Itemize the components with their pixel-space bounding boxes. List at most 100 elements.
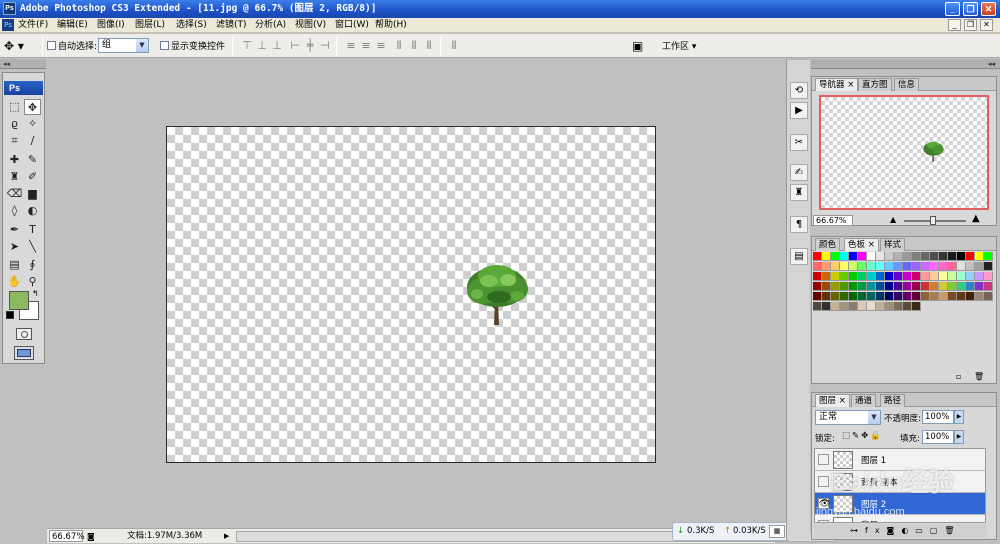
menu-filter[interactable]: 滤镜(T) bbox=[216, 19, 247, 32]
color-swatch[interactable] bbox=[921, 272, 930, 281]
pen-tool[interactable]: ✒ bbox=[6, 222, 23, 238]
brushes-panel-icon[interactable]: ✍ bbox=[790, 164, 808, 181]
fill-arrow-icon[interactable]: ▶ bbox=[954, 430, 964, 444]
menu-window[interactable]: 窗口(W) bbox=[335, 19, 369, 32]
blend-mode-dropdown[interactable]: 正常 ▼ bbox=[815, 410, 881, 425]
color-swatch[interactable] bbox=[849, 262, 858, 271]
color-swatch[interactable] bbox=[984, 272, 993, 281]
color-swatch[interactable] bbox=[840, 282, 849, 291]
color-swatch[interactable] bbox=[957, 262, 966, 271]
color-swatch[interactable] bbox=[822, 292, 831, 301]
clone-source-icon[interactable]: ♜ bbox=[790, 184, 808, 201]
swatch-grid[interactable] bbox=[813, 252, 995, 314]
type-tool[interactable]: T bbox=[24, 222, 41, 238]
align-right-icon[interactable]: ⊣ bbox=[318, 39, 332, 53]
color-swatch[interactable] bbox=[822, 282, 831, 291]
doc-minimize-button[interactable]: _ bbox=[948, 19, 961, 31]
doc-close-button[interactable]: ✕ bbox=[980, 19, 993, 31]
zoom-out-icon[interactable]: ▲ bbox=[890, 215, 896, 224]
color-swatch[interactable] bbox=[912, 302, 921, 311]
menu-select[interactable]: 选择(S) bbox=[176, 19, 207, 32]
color-swatch[interactable] bbox=[912, 262, 921, 271]
color-swatch[interactable] bbox=[921, 282, 930, 291]
color-swatch[interactable] bbox=[939, 252, 948, 261]
color-swatch[interactable] bbox=[921, 252, 930, 261]
visibility-toggle[interactable] bbox=[818, 454, 829, 465]
color-swatch[interactable] bbox=[957, 282, 966, 291]
bridge-icon[interactable]: ▣ bbox=[632, 38, 650, 54]
color-swatch[interactable] bbox=[966, 252, 975, 261]
tab-swatches[interactable]: 色板 × bbox=[844, 238, 879, 251]
history-panel-icon[interactable]: ⟲ bbox=[790, 82, 808, 99]
lock-icons[interactable]: ⬚✎✥🔒 bbox=[842, 431, 883, 441]
hand-tool[interactable]: ✋ bbox=[6, 274, 23, 290]
color-swatch[interactable] bbox=[831, 272, 840, 281]
color-swatch[interactable] bbox=[822, 272, 831, 281]
distribute-hcenter-icon[interactable]: ⦀ bbox=[407, 39, 421, 53]
color-swatch[interactable] bbox=[858, 302, 867, 311]
color-swatch[interactable] bbox=[939, 282, 948, 291]
color-swatch[interactable] bbox=[903, 272, 912, 281]
zoom-slider-thumb[interactable] bbox=[930, 216, 936, 225]
distribute-vcenter-icon[interactable]: ≡ bbox=[359, 39, 373, 53]
color-swatch[interactable] bbox=[975, 252, 984, 261]
color-swatch[interactable] bbox=[903, 262, 912, 271]
menu-layer[interactable]: 图层(L) bbox=[135, 19, 165, 32]
color-swatch[interactable] bbox=[867, 282, 876, 291]
color-swatch[interactable] bbox=[831, 302, 840, 311]
color-swatch[interactable] bbox=[957, 292, 966, 301]
actions-panel-icon[interactable]: ▶ bbox=[790, 102, 808, 119]
notes-tool[interactable]: ▤ bbox=[6, 257, 23, 273]
move-tool[interactable]: ✥ bbox=[24, 99, 41, 115]
auto-align-icon[interactable]: ⦀ bbox=[447, 39, 461, 53]
color-swatch[interactable] bbox=[840, 292, 849, 301]
distribute-bottom-icon[interactable]: ≡ bbox=[374, 39, 388, 53]
line-tool[interactable]: ╲ bbox=[24, 239, 41, 255]
fill-field[interactable]: 100% bbox=[922, 430, 954, 444]
tab-navigator[interactable]: 导航器 × bbox=[815, 78, 859, 91]
gradient-tool[interactable]: ▆ bbox=[24, 186, 41, 202]
workspace-menu[interactable]: 工作区 ▾ bbox=[662, 39, 696, 52]
lasso-tool[interactable]: ϱ bbox=[6, 116, 23, 132]
status-info-icon[interactable]: ◙ bbox=[87, 530, 95, 543]
status-menu-arrow-icon[interactable]: ▶ bbox=[224, 530, 229, 543]
color-swatch[interactable] bbox=[876, 272, 885, 281]
color-swatch[interactable] bbox=[939, 272, 948, 281]
zoom-level-field[interactable]: 66.67% bbox=[49, 530, 84, 542]
color-swatch[interactable] bbox=[903, 282, 912, 291]
history-brush-tool[interactable]: ✐ bbox=[24, 169, 41, 185]
color-swatch[interactable] bbox=[867, 262, 876, 271]
menu-help[interactable]: 帮助(H) bbox=[375, 19, 407, 32]
color-swatch[interactable] bbox=[813, 252, 822, 261]
visibility-toggle[interactable] bbox=[818, 520, 829, 522]
show-transform-checkbox[interactable] bbox=[160, 41, 169, 50]
align-left-icon[interactable]: ⊢ bbox=[288, 39, 302, 53]
layer-comps-icon[interactable]: ▤ bbox=[790, 248, 808, 265]
color-swatch[interactable] bbox=[849, 282, 858, 291]
tab-styles[interactable]: 样式 bbox=[880, 238, 906, 251]
color-swatch[interactable] bbox=[867, 292, 876, 301]
color-swatch[interactable] bbox=[966, 292, 975, 301]
zoom-tool[interactable]: ⚲ bbox=[24, 274, 41, 290]
color-swatch[interactable] bbox=[885, 272, 894, 281]
align-bottom-icon[interactable]: ⊥ bbox=[270, 39, 284, 53]
color-swatch[interactable] bbox=[858, 252, 867, 261]
align-hcenter-icon[interactable]: ╪ bbox=[303, 39, 317, 53]
color-swatch[interactable] bbox=[921, 262, 930, 271]
color-swatch[interactable] bbox=[975, 292, 984, 301]
menu-file[interactable]: 文件(F) bbox=[18, 19, 48, 32]
color-swatch[interactable] bbox=[822, 302, 831, 311]
distribute-left-icon[interactable]: ⦀ bbox=[392, 39, 406, 53]
color-swatch[interactable] bbox=[885, 262, 894, 271]
color-swatch[interactable] bbox=[822, 262, 831, 271]
color-swatch[interactable] bbox=[912, 282, 921, 291]
color-swatch[interactable] bbox=[894, 262, 903, 271]
color-swatch[interactable] bbox=[966, 262, 975, 271]
color-swatch[interactable] bbox=[894, 302, 903, 311]
color-swatch[interactable] bbox=[840, 252, 849, 261]
color-swatch[interactable] bbox=[966, 272, 975, 281]
color-swatch[interactable] bbox=[813, 302, 822, 311]
dodge-tool[interactable]: ◐ bbox=[24, 203, 41, 219]
opacity-field[interactable]: 100% bbox=[922, 410, 954, 424]
network-settings-icon[interactable]: ▦ bbox=[769, 525, 785, 538]
